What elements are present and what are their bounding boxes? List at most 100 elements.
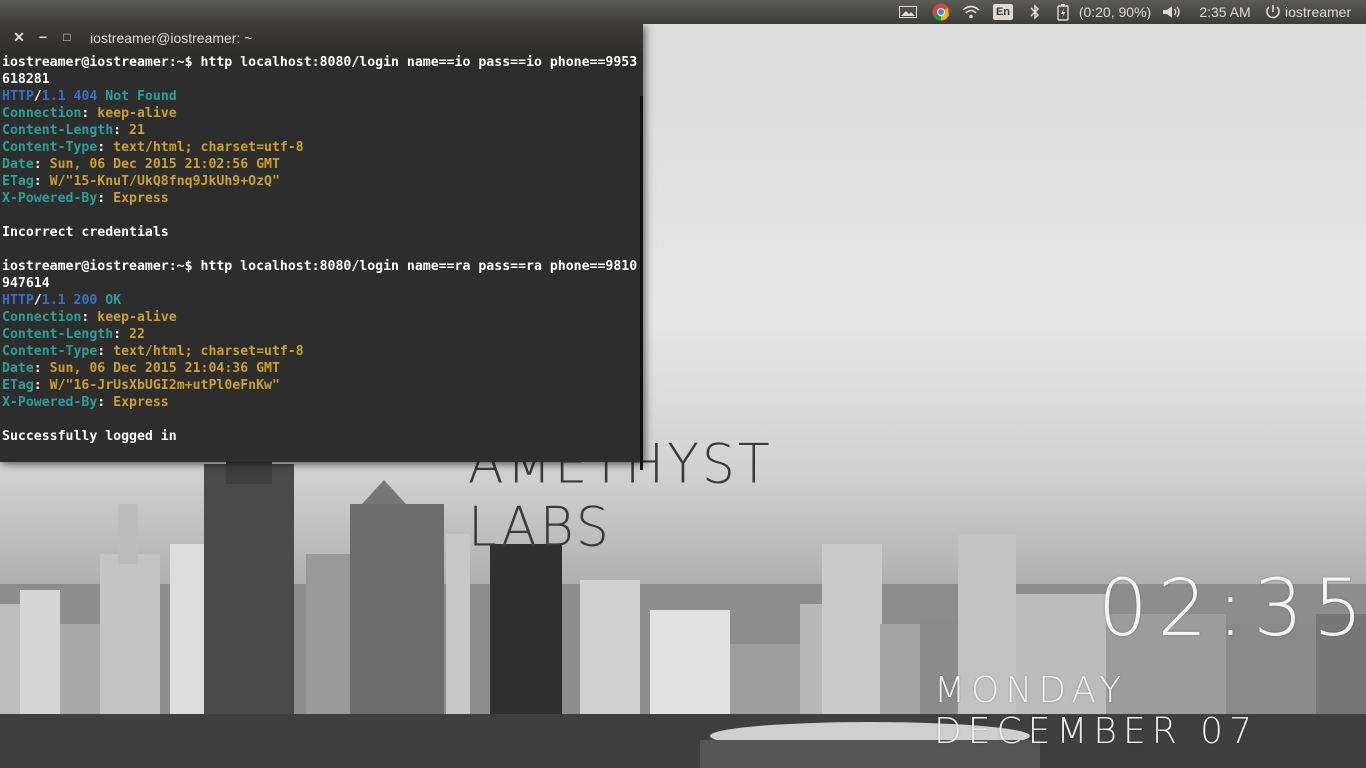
user-name[interactable]: iostreamer xyxy=(1285,0,1363,24)
header-separator: : xyxy=(81,106,98,121)
header-key: X-Powered-By xyxy=(2,395,98,410)
header-key: Content-Type xyxy=(2,140,98,155)
protocol-separator: / xyxy=(33,89,42,104)
header-value: Sun, 06 Dec 2015 21:04:36 GMT xyxy=(49,361,280,376)
battery-status-text: (0:20, 90%) xyxy=(1078,4,1152,20)
header-separator: : xyxy=(33,361,50,376)
header-separator: : xyxy=(113,123,130,138)
status-code: 404 xyxy=(73,89,98,104)
response-header-line: Connection: keep-alive xyxy=(2,309,643,326)
response-status-line: HTTP/1.1 200 OK xyxy=(2,292,643,309)
session-icon[interactable] xyxy=(1264,0,1282,24)
header-key: Content-Length xyxy=(2,123,114,138)
volume-icon[interactable] xyxy=(1160,0,1184,24)
response-header-line: Content-Length: 21 xyxy=(2,122,643,139)
header-key: X-Powered-By xyxy=(2,191,98,206)
keyboard-layout-label: En xyxy=(992,4,1014,20)
header-value: keep-alive xyxy=(97,106,177,121)
wifi-icon[interactable] xyxy=(960,0,982,24)
header-value: 22 xyxy=(129,327,145,342)
command-text-wrap: 618281 xyxy=(2,72,50,87)
command-text: iostreamer@iostreamer:~$ http localhost:… xyxy=(2,259,638,274)
protocol-separator: / xyxy=(33,293,42,308)
response-header-line: Date: Sun, 06 Dec 2015 21:02:56 GMT xyxy=(2,156,643,173)
header-separator: : xyxy=(113,327,130,342)
response-header-line: X-Powered-By: Express xyxy=(2,394,643,411)
header-value: keep-alive xyxy=(97,310,177,325)
command-line-wrap: 947614 xyxy=(2,275,643,292)
header-separator: : xyxy=(33,157,50,172)
header-key: Date xyxy=(2,157,34,172)
close-button[interactable]: ✕ xyxy=(10,28,28,46)
header-separator: : xyxy=(97,140,114,155)
status-code: 200 xyxy=(73,293,98,308)
header-value: Express xyxy=(113,395,169,410)
command-text-wrap: 947614 xyxy=(2,276,50,291)
header-separator: : xyxy=(97,395,114,410)
header-key: ETag xyxy=(2,174,34,189)
bluetooth-icon[interactable] xyxy=(1025,0,1045,24)
command-line-wrap: 618281 xyxy=(2,71,643,88)
header-key: Connection xyxy=(2,106,82,121)
command-line: iostreamer@iostreamer:~$ http localhost:… xyxy=(2,258,643,275)
response-header-line: Content-Length: 22 xyxy=(2,326,643,343)
header-value: 21 xyxy=(129,123,145,138)
keyboard-layout-indicator[interactable]: En xyxy=(991,0,1015,24)
response-header-line: X-Powered-By: Express xyxy=(2,190,643,207)
response-body: Incorrect credentials xyxy=(2,225,169,240)
header-key: Content-Length xyxy=(2,327,114,342)
header-separator: : xyxy=(33,174,50,189)
http-version: 1.1 xyxy=(41,293,66,308)
desktop-clock-date: MONDAY DECEMBER 07 xyxy=(934,670,1258,752)
header-separator: : xyxy=(97,344,114,359)
response-body: Successfully logged in xyxy=(2,429,177,444)
header-value: text/html; charset=utf-8 xyxy=(113,140,304,155)
top-panel: En (0:20, 90%) 2:35 AM iostreamer xyxy=(0,0,1366,24)
battery-icon[interactable] xyxy=(1054,0,1072,24)
command-line: iostreamer@iostreamer:~$ http localhost:… xyxy=(2,54,643,71)
window-title: iostreamer@iostreamer: ~ xyxy=(90,30,253,46)
response-body-line: Successfully logged in xyxy=(2,428,643,445)
http-protocol: HTTP xyxy=(2,293,34,308)
terminal-titlebar[interactable]: ✕ − □ iostreamer@iostreamer: ~ xyxy=(0,24,643,52)
response-header-line: ETag: W/"16-JrUsXbUGI2m+utPl0eFnKw" xyxy=(2,377,643,394)
header-key: Connection xyxy=(2,310,82,325)
response-header-line: Date: Sun, 06 Dec 2015 21:04:36 GMT xyxy=(2,360,643,377)
minimize-button[interactable]: − xyxy=(34,28,52,46)
header-value: W/"15-KnuT/UkQ8fnq9JkUh9+OzQ" xyxy=(49,174,280,189)
terminal-window[interactable]: ✕ − □ iostreamer@iostreamer: ~ iostreame… xyxy=(0,24,643,470)
header-value: W/"16-JrUsXbUGI2m+utPl0eFnKw" xyxy=(49,378,280,393)
header-value: Sun, 06 Dec 2015 21:02:56 GMT xyxy=(49,157,280,172)
header-separator: : xyxy=(81,310,98,325)
panel-clock[interactable]: 2:35 AM xyxy=(1196,0,1254,24)
http-version: 1.1 xyxy=(41,89,66,104)
header-separator: : xyxy=(33,378,50,393)
status-text: Not Found xyxy=(105,89,177,104)
response-body-line: Incorrect credentials xyxy=(2,224,643,241)
header-key: ETag xyxy=(2,378,34,393)
header-value: Express xyxy=(113,191,169,206)
header-separator: : xyxy=(97,191,114,206)
maximize-button[interactable]: □ xyxy=(58,28,76,46)
response-header-line: Content-Type: text/html; charset=utf-8 xyxy=(2,139,643,156)
response-status-line: HTTP/1.1 404 Not Found xyxy=(2,88,643,105)
status-text: OK xyxy=(105,293,122,308)
response-header-line: ETag: W/"15-KnuT/UkQ8fnq9JkUh9+OzQ" xyxy=(2,173,643,190)
desktop-clock-time: 02:35 xyxy=(1098,564,1366,654)
chrome-icon[interactable] xyxy=(930,0,952,24)
command-text: iostreamer@iostreamer:~$ http localhost:… xyxy=(2,55,638,70)
http-protocol: HTTP xyxy=(2,89,34,104)
screen-icon[interactable] xyxy=(896,0,920,24)
header-key: Date xyxy=(2,361,34,376)
terminal-output[interactable]: iostreamer@iostreamer:~$ http localhost:… xyxy=(0,52,643,462)
header-value: text/html; charset=utf-8 xyxy=(113,344,304,359)
terminal-scrollbar[interactable] xyxy=(640,96,643,470)
response-header-line: Connection: keep-alive xyxy=(2,105,643,122)
header-key: Content-Type xyxy=(2,344,98,359)
response-header-line: Content-Type: text/html; charset=utf-8 xyxy=(2,343,643,360)
